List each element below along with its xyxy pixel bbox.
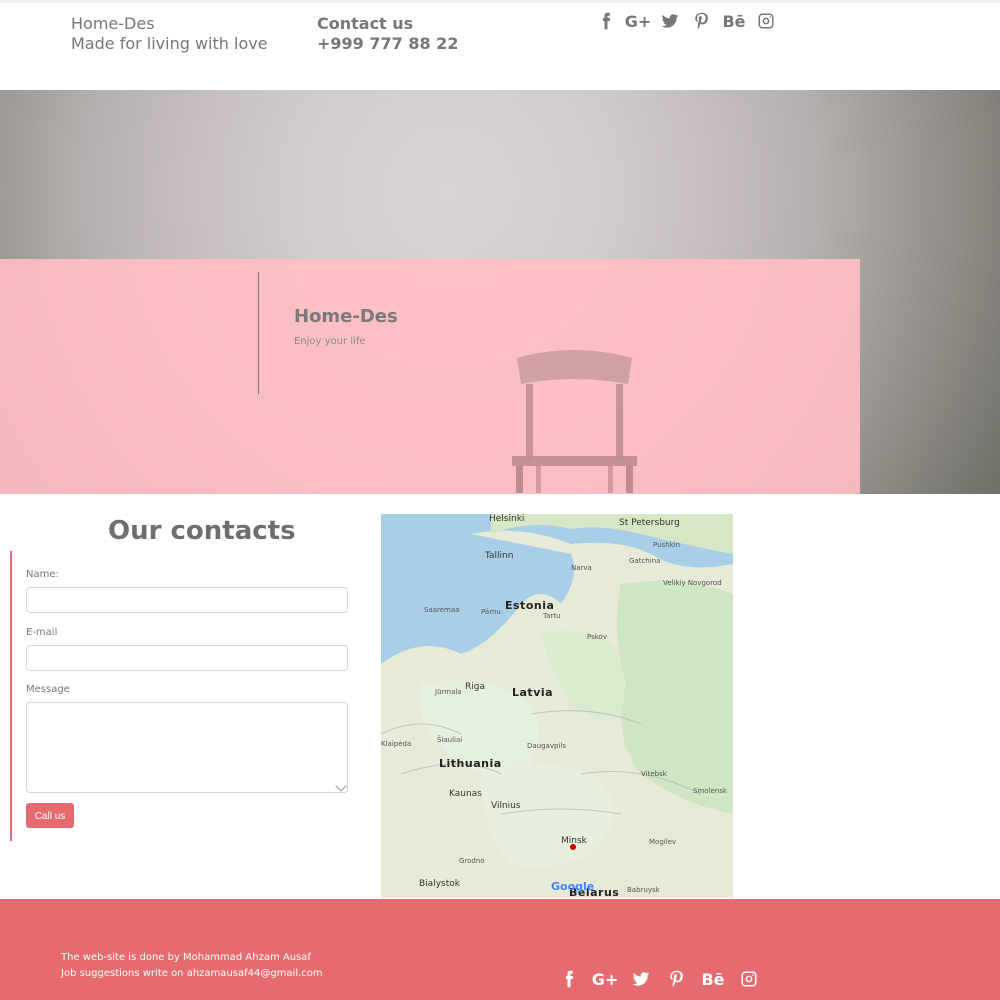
name-input[interactable] xyxy=(26,587,348,613)
pinterest-icon[interactable] xyxy=(666,968,688,990)
google-plus-icon[interactable]: G+ xyxy=(592,968,619,990)
map-label-grodno: Grodno xyxy=(459,857,485,865)
top-border-line xyxy=(0,0,1000,3)
google-plus-icon[interactable]: G+ xyxy=(625,10,652,32)
map-land xyxy=(381,514,733,898)
map-label-velikiy-novgorod: Velikiy Novgorod xyxy=(663,579,722,587)
facebook-icon[interactable] xyxy=(595,10,617,32)
footer-credits: The web-site is done by Mohammad Ahzam A… xyxy=(61,950,323,982)
map-label-riga: Riga xyxy=(465,682,485,692)
resize-handle[interactable] xyxy=(335,780,347,792)
call-us-button[interactable]: Call us xyxy=(26,803,74,828)
header-social-icons: G+ Bē xyxy=(595,10,777,32)
message-textarea[interactable] xyxy=(26,702,348,793)
pinterest-icon[interactable] xyxy=(691,10,713,32)
map-label-pushkin: Pushkin xyxy=(653,541,681,549)
map-label-kaunas: Kaunas xyxy=(449,789,482,799)
map-label-jurmala: Jūrmala xyxy=(435,688,462,696)
map-label-helsinki: Helsinki xyxy=(489,514,525,524)
map-label-tartu: Tartu xyxy=(543,612,561,620)
map-label-siauliai: Šiauliai xyxy=(437,736,463,744)
email-label: E-mail xyxy=(26,627,58,638)
behance-icon[interactable]: Bē xyxy=(722,10,745,32)
footer-email-line[interactable]: Job suggestions write on ahzamausaf44@gm… xyxy=(61,966,323,982)
email-input[interactable] xyxy=(26,645,348,671)
map-label-daugavpils: Daugavpils xyxy=(527,742,566,750)
message-label: Message xyxy=(26,684,70,695)
map-label-bialystok: Bialystok xyxy=(419,879,460,889)
map-label-st-petersburg: St Petersburg xyxy=(619,518,680,528)
name-label: Name: xyxy=(26,569,59,580)
hero-banner: Home-Des Enjoy your life xyxy=(0,90,1000,494)
twitter-icon[interactable] xyxy=(659,10,681,32)
map-label-lithuania: Lithuania xyxy=(439,757,502,770)
map-label-vilnius: Vilnius xyxy=(491,801,521,811)
map-label-babruysk: Babruysk xyxy=(627,886,660,894)
contacts-title: Our contacts xyxy=(108,516,296,546)
instagram-icon[interactable] xyxy=(738,968,760,990)
map-label-parnu: Pärnu xyxy=(481,608,501,616)
map-label-estonia: Estonia xyxy=(505,599,555,612)
brand-tagline: Made for living with love xyxy=(71,34,268,53)
footer-credit-line: The web-site is done by Mohammad Ahzam A… xyxy=(61,952,311,963)
map-label-smolensk: Smolensk xyxy=(693,787,727,795)
map-label-vitebsk: Vitebsk xyxy=(641,770,667,778)
map-label-narva: Narva xyxy=(571,564,592,572)
brand-name[interactable]: Home-Des xyxy=(71,14,268,34)
hero-divider xyxy=(258,272,259,394)
hero-title: Home-Des xyxy=(294,306,398,327)
hero-subtitle: Enjoy your life xyxy=(294,336,366,347)
hero-pink-overlay xyxy=(0,259,860,494)
twitter-icon[interactable] xyxy=(630,968,652,990)
brand-block: Home-Des Made for living with love xyxy=(71,14,268,54)
map-embed[interactable]: Helsinki St Petersburg Tallinn Estonia L… xyxy=(381,514,733,898)
map-label-klaipeda: Klaipėda xyxy=(381,740,412,748)
chair-image xyxy=(512,350,637,493)
contact-block: Contact us +999 777 88 22 xyxy=(317,14,458,54)
map-label-minsk: Minsk xyxy=(561,836,587,846)
footer-social-icons: G+ Bē xyxy=(558,968,760,990)
facebook-icon[interactable] xyxy=(558,968,580,990)
map-logo: Google xyxy=(551,880,595,893)
contact-title: Contact us xyxy=(317,14,414,33)
map-label-gatchina: Gatchina xyxy=(629,557,661,565)
contact-phone[interactable]: +999 777 88 22 xyxy=(317,34,458,54)
map-label-pskov: Pskov xyxy=(587,633,607,641)
map-label-tallinn: Tallinn xyxy=(485,551,514,561)
map-label-mogilev: Mogilev xyxy=(649,838,677,846)
instagram-icon[interactable] xyxy=(755,10,777,32)
behance-icon[interactable]: Bē xyxy=(701,968,724,990)
footer: The web-site is done by Mohammad Ahzam A… xyxy=(0,899,1000,1000)
map-label-latvia: Latvia xyxy=(512,686,554,699)
map-label-saaremaa: Saaremaa xyxy=(424,606,460,614)
